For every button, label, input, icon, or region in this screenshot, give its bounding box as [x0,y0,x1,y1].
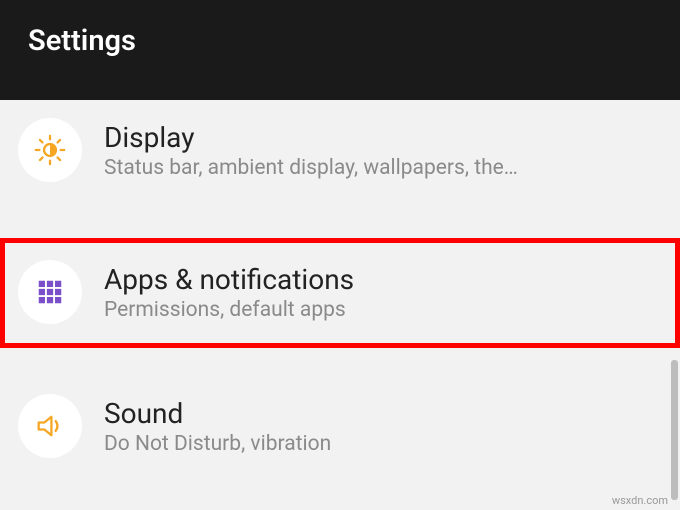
settings-item-text: Display Status bar, ambient display, wal… [104,121,662,180]
settings-item-subtitle: Permissions, default apps [104,298,662,322]
speaker-icon [18,394,82,458]
brightness-icon [18,118,82,182]
watermark: wsxdn.com [612,494,668,507]
settings-item-subtitle: Status bar, ambient display, wallpapers,… [104,156,662,180]
settings-item-title: Sound [104,397,662,430]
settings-item-subtitle: Do Not Disturb, vibration [104,432,662,456]
apps-grid-icon [18,260,82,324]
settings-item-display[interactable]: Display Status bar, ambient display, wal… [0,100,680,212]
app-header: Settings [0,0,680,100]
settings-item-title: Display [104,121,662,154]
settings-item-sound[interactable]: Sound Do Not Disturb, vibration [0,374,680,482]
settings-item-text: Apps & notifications Permissions, defaul… [104,263,662,322]
settings-item-title: Apps & notifications [104,263,662,296]
settings-item-apps-notifications[interactable]: Apps & notifications Permissions, defaul… [0,238,680,348]
scrollbar-thumb[interactable] [671,360,678,500]
settings-list: Display Status bar, ambient display, wal… [0,100,680,482]
settings-item-text: Sound Do Not Disturb, vibration [104,397,662,456]
page-title: Settings [28,24,136,58]
